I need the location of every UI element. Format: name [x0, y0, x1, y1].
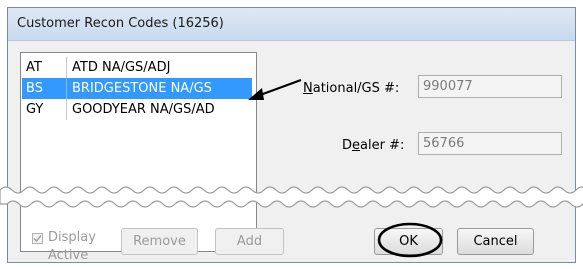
- callout-arrowhead: [248, 88, 264, 100]
- annotation-overlay: [248, 78, 443, 258]
- ok-button-highlight-circle: [377, 222, 443, 258]
